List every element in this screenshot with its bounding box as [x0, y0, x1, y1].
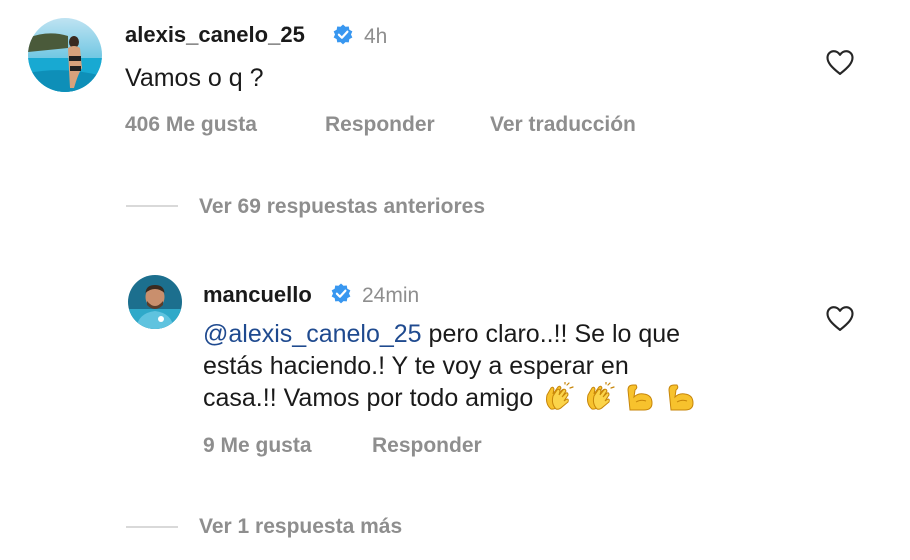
likes-count[interactable]: 406 Me gusta	[125, 113, 257, 137]
beach-photo-avatar	[28, 18, 102, 92]
comment-username[interactable]: alexis_canelo_25	[125, 22, 305, 48]
player-photo-avatar	[128, 275, 182, 329]
like-heart-icon[interactable]	[825, 304, 855, 332]
comment-text: Vamos o q ?	[125, 64, 264, 92]
reply-button[interactable]: Responder	[372, 434, 482, 458]
reply-username[interactable]: mancuello	[203, 282, 312, 308]
view-more-replies-button[interactable]: Ver 1 respuesta más	[199, 515, 402, 539]
divider-line	[126, 526, 178, 528]
clapping-hands-emoji-icon	[546, 382, 574, 410]
reply-text-line1: pero claro..!! Se lo que	[421, 320, 681, 348]
flexed-biceps-emoji-icon	[627, 384, 653, 411]
reply-button[interactable]: Responder	[325, 113, 435, 137]
see-translation-button[interactable]: Ver traducción	[490, 113, 636, 137]
reply-timestamp: 24min	[362, 284, 420, 307]
emoji-group	[540, 382, 697, 412]
flexed-biceps-emoji-icon	[668, 384, 694, 411]
verified-badge-icon	[333, 24, 353, 45]
view-previous-replies-button[interactable]: Ver 69 respuestas anteriores	[199, 195, 485, 219]
reply-text: @alexis_canelo_25 pero claro..!! Se lo q…	[203, 318, 803, 414]
mention-link[interactable]: @alexis_canelo_25	[203, 320, 422, 348]
verified-badge-icon	[331, 283, 351, 304]
clapping-hands-emoji-icon	[587, 382, 615, 410]
divider-line	[126, 205, 178, 207]
comment-timestamp: 4h	[364, 25, 388, 48]
like-heart-icon[interactable]	[825, 48, 855, 76]
reply-text-line2: estás haciendo.! Y te voy a esperar en	[203, 352, 629, 380]
avatar[interactable]	[28, 18, 102, 92]
reply-text-line3: casa.!! Vamos por todo amigo	[203, 384, 534, 412]
likes-count[interactable]: 9 Me gusta	[203, 434, 312, 458]
avatar[interactable]	[128, 275, 182, 329]
